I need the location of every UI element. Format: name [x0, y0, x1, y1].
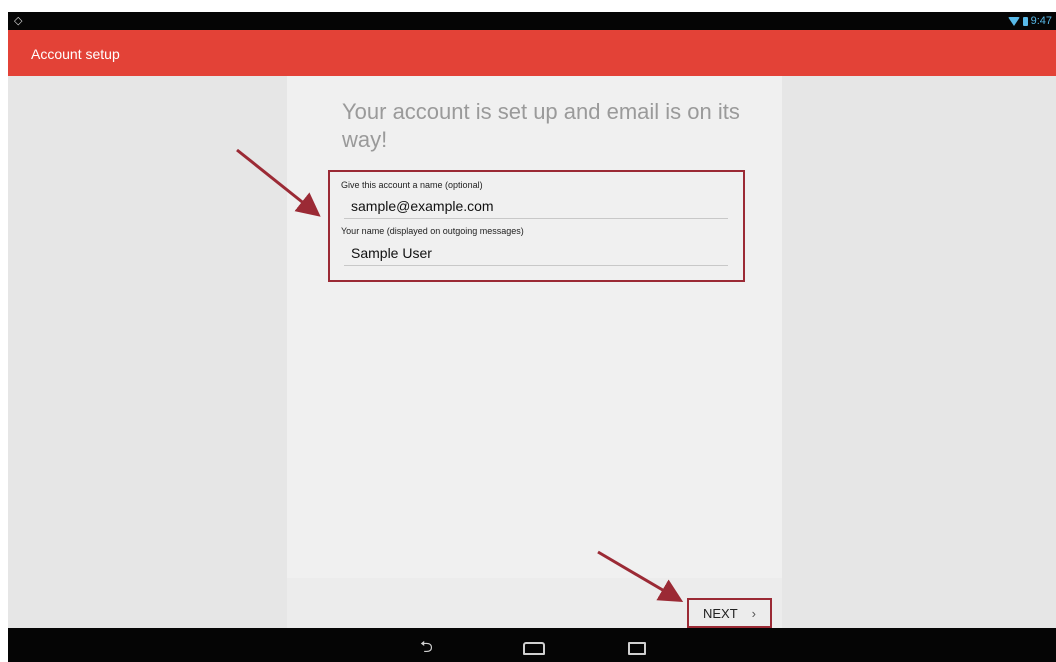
device-screen: ◇ 9:47 Account setup Your account is set…: [8, 12, 1056, 662]
account-name-input[interactable]: sample@example.com: [351, 198, 494, 214]
chevron-right-icon: ›: [751, 605, 756, 621]
your-name-label: Your name (displayed on outgoing message…: [341, 226, 524, 236]
next-button[interactable]: NEXT ›: [687, 598, 772, 628]
navigation-bar: ⮌: [8, 628, 1056, 662]
battery-icon: [1022, 16, 1028, 26]
back-icon[interactable]: ⮌: [420, 636, 433, 662]
your-name-input[interactable]: Sample User: [351, 245, 432, 261]
account-name-label: Give this account a name (optional): [341, 180, 483, 190]
status-bar: ◇ 9:47: [8, 12, 1056, 30]
home-icon[interactable]: [523, 642, 545, 655]
setup-panel: Your account is set up and email is on i…: [287, 76, 782, 628]
status-time: 9:47: [1030, 15, 1052, 27]
your-name-underline: [344, 265, 728, 266]
recent-apps-icon[interactable]: [628, 642, 646, 655]
page-title: Account setup: [31, 46, 120, 62]
account-form-highlight: Give this account a name (optional) samp…: [328, 170, 745, 282]
wifi-icon: [1007, 16, 1020, 26]
setup-headline: Your account is set up and email is on i…: [342, 99, 740, 152]
status-icons: 9:47: [1007, 14, 1052, 28]
android-location-icon: ◇: [14, 15, 23, 27]
account-name-underline: [344, 218, 728, 219]
next-button-label: NEXT: [702, 605, 738, 621]
app-bar: Account setup: [8, 30, 1056, 76]
